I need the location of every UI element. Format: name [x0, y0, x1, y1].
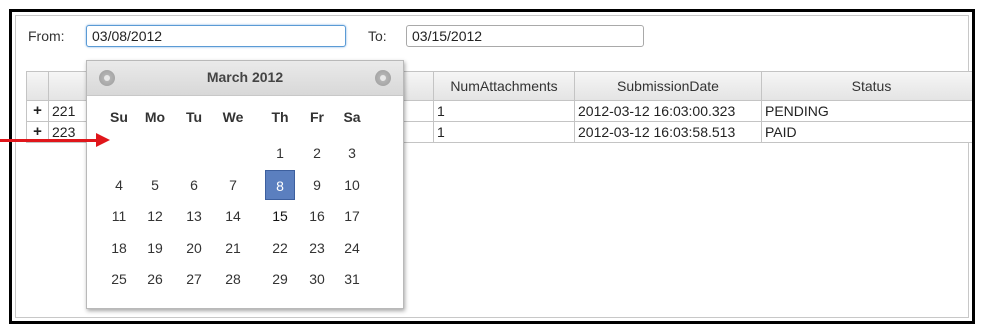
table-row-numattachments: 1 — [433, 121, 575, 143]
calendar-day[interactable]: 26 — [140, 264, 170, 294]
calendar-day[interactable]: 2 — [302, 138, 332, 168]
calendar-day[interactable]: 9 — [302, 170, 332, 200]
weekday-label: Su — [110, 109, 128, 125]
calendar-day[interactable]: 28 — [218, 264, 248, 294]
to-label: To: — [368, 28, 387, 44]
grid-header-submissiondate[interactable]: SubmissionDate — [574, 71, 762, 101]
calendar-day[interactable]: 16 — [302, 201, 332, 231]
calendar-day[interactable]: 1 — [265, 138, 295, 168]
grid-header-status[interactable]: Status — [761, 71, 972, 101]
calendar-day[interactable]: 31 — [337, 264, 367, 294]
calendar-day[interactable]: 24 — [337, 233, 367, 263]
table-row-status: PENDING — [761, 100, 972, 122]
calendar-day[interactable]: 14 — [218, 201, 248, 231]
from-date-input[interactable]: 03/08/2012 — [86, 25, 346, 47]
weekday-label: Th — [271, 109, 289, 125]
to-date-input[interactable]: 03/15/2012 — [406, 25, 644, 47]
datepicker-header: March 2012 — [87, 61, 403, 96]
next-month-icon[interactable] — [375, 70, 391, 86]
weekday-label: We — [222, 109, 244, 125]
datepicker-popup: March 2012 Su Mo Tu We Th Fr Sa 1 2 3 4 5 6 7 8 9 10 11 12… — [86, 60, 404, 309]
weekday-label: Sa — [343, 109, 361, 125]
table-row-status: PAID — [761, 121, 972, 143]
calendar-day[interactable]: 8 — [265, 170, 295, 200]
from-label: From: — [28, 28, 65, 44]
calendar-day[interactable]: 5 — [140, 170, 170, 200]
weekday-label: Mo — [144, 109, 166, 125]
annotation-arrow-head — [96, 133, 110, 147]
calendar-day[interactable]: 29 — [265, 264, 295, 294]
weekday-label: Fr — [310, 109, 324, 125]
calendar-day[interactable]: 13 — [179, 201, 209, 231]
expand-row-button[interactable]: + — [26, 100, 49, 122]
calendar-day[interactable]: 3 — [337, 138, 367, 168]
calendar-day[interactable]: 10 — [337, 170, 367, 200]
calendar-day[interactable]: 20 — [179, 233, 209, 263]
calendar-day[interactable]: 21 — [218, 233, 248, 263]
calendar-day[interactable]: 7 — [218, 170, 248, 200]
content-panel: From: 03/08/2012 To: 03/15/2012 S NumAtt… — [15, 15, 972, 318]
calendar-day[interactable]: 17 — [337, 201, 367, 231]
annotation-arrow — [0, 139, 98, 142]
datepicker-title: March 2012 — [206, 69, 284, 85]
table-row-submissiondate: 2012-03-12 16:03:58.513 — [574, 121, 762, 143]
calendar-day[interactable]: 6 — [179, 170, 209, 200]
calendar-day[interactable]: 23 — [302, 233, 332, 263]
calendar-day[interactable]: 19 — [140, 233, 170, 263]
table-row-submissiondate: 2012-03-12 16:03:00.323 — [574, 100, 762, 122]
calendar-day[interactable]: 18 — [104, 233, 134, 263]
table-row-numattachments: 1 — [433, 100, 575, 122]
calendar-day[interactable]: 11 — [104, 201, 134, 231]
app-frame: From: 03/08/2012 To: 03/15/2012 S NumAtt… — [9, 9, 975, 324]
calendar-day[interactable]: 4 — [104, 170, 134, 200]
calendar-day[interactable]: 15 — [265, 201, 295, 231]
calendar-day[interactable]: 22 — [265, 233, 295, 263]
grid-header-expand[interactable] — [26, 71, 49, 101]
calendar-day[interactable]: 30 — [302, 264, 332, 294]
calendar-day[interactable]: 12 — [140, 201, 170, 231]
calendar-day[interactable]: 27 — [179, 264, 209, 294]
calendar-day[interactable]: 25 — [104, 264, 134, 294]
weekday-label: Tu — [185, 109, 203, 125]
grid-header-numattachments[interactable]: NumAttachments — [433, 71, 575, 101]
